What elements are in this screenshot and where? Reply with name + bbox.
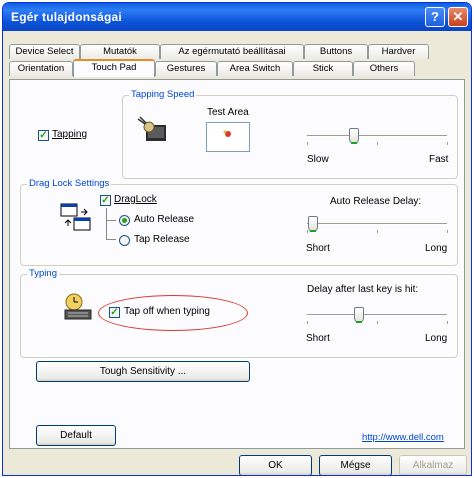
default-button[interactable]: Default xyxy=(36,425,116,446)
short-label: Short xyxy=(306,243,330,254)
draglock-label: DragLock xyxy=(114,194,157,205)
drag-lock-icon xyxy=(60,203,91,231)
ok-button[interactable]: OK xyxy=(239,455,312,475)
tree-connector xyxy=(106,208,116,240)
window-title: Egér tulajdonságai xyxy=(11,10,122,24)
tab-device-select[interactable]: Device Select xyxy=(9,44,80,59)
dell-link[interactable]: http://www.dell.com xyxy=(362,432,444,443)
auto-release-delay-label: Auto Release Delay: xyxy=(330,196,422,207)
tab-orientation[interactable]: Orientation xyxy=(9,61,73,76)
touch-pad-panel: Tapping Speed ✓ Tapping Test Area Slow F… xyxy=(9,79,465,449)
tapping-speed-track xyxy=(307,135,447,137)
touch-sensitivity-button[interactable]: Tough Sensitivity ... xyxy=(36,361,250,382)
tapping-checkbox[interactable]: ✓ xyxy=(38,130,49,141)
typing-delay-label: Delay after last key is hit: xyxy=(307,284,419,295)
tab-row-top: Device Select Mutatók Az egérmutató beállí… xyxy=(9,44,429,59)
tick xyxy=(447,142,448,145)
touchpad-tap-icon xyxy=(137,116,166,141)
tick xyxy=(447,321,448,324)
tapping-label: Tapping xyxy=(52,129,88,140)
tick xyxy=(377,321,378,324)
auto-release-delay-slider[interactable] xyxy=(308,216,318,232)
tick xyxy=(307,230,308,233)
apply-button[interactable]: Alkalmaz xyxy=(399,455,467,475)
drag-lock-legend: Drag Lock Settings xyxy=(27,178,112,189)
tick xyxy=(447,230,448,233)
mouse-properties-window: Egér tulajdonságai ? ✕ Device Select Muta… xyxy=(2,2,472,476)
auto-release-delay-track xyxy=(307,223,447,225)
tab-others[interactable]: Others xyxy=(353,61,415,76)
test-area-label: Test Area xyxy=(207,107,249,118)
tap-release-radio[interactable] xyxy=(119,235,130,246)
tap-release-label: Tap Release xyxy=(134,234,190,245)
tap-off-typing-label: Tap off when typing xyxy=(124,306,210,317)
tick xyxy=(377,142,378,145)
typing-legend: Typing xyxy=(27,268,59,279)
long-label: Long xyxy=(425,333,448,344)
tapping-speed-group: Tapping Speed xyxy=(122,89,458,179)
tick xyxy=(307,321,308,324)
tab-gestures[interactable]: Gestures xyxy=(155,61,217,76)
long-label: Long xyxy=(425,243,448,254)
short-label: Short xyxy=(306,333,330,344)
keyboard-clock-icon xyxy=(64,293,92,320)
tapping-speed-slider[interactable] xyxy=(349,128,359,144)
title-bar[interactable]: Egér tulajdonságai ? ✕ xyxy=(3,3,471,31)
tap-off-typing-checkbox[interactable]: ✓ xyxy=(109,307,120,318)
slow-label: Slow xyxy=(307,154,329,165)
tab-stick[interactable]: Stick xyxy=(293,61,353,76)
close-button[interactable]: ✕ xyxy=(448,7,468,27)
draglock-checkbox[interactable]: ✓ xyxy=(100,195,111,206)
typing-delay-slider[interactable] xyxy=(354,307,364,323)
test-area-box[interactable] xyxy=(206,122,250,152)
tapping-speed-legend: Tapping Speed xyxy=(129,89,197,100)
auto-release-label: Auto Release xyxy=(134,214,195,225)
auto-release-radio[interactable] xyxy=(119,215,130,226)
pointer-icon xyxy=(223,130,231,137)
tab-buttons[interactable]: Buttons xyxy=(304,44,368,59)
tab-touch-pad[interactable]: Touch Pad xyxy=(73,59,155,77)
tick xyxy=(377,230,378,233)
help-button[interactable]: ? xyxy=(425,7,445,27)
tab-row-bottom: Orientation Touch Pad Gestures Area Switch S… xyxy=(9,59,415,77)
typing-delay-track xyxy=(307,314,447,316)
fast-label: Fast xyxy=(429,154,449,165)
tab-area-switch[interactable]: Area Switch xyxy=(217,61,293,76)
tab-az-eg-rmutat-be-ll-t-sai[interactable]: Az egérmutató beállításai xyxy=(160,44,304,59)
tab-mutat-k[interactable]: Mutatók xyxy=(80,44,160,59)
tree-connector xyxy=(106,220,116,221)
tab-hardver[interactable]: Hardver xyxy=(368,44,429,59)
tick xyxy=(307,142,308,145)
cancel-button[interactable]: Mégse xyxy=(319,455,392,475)
